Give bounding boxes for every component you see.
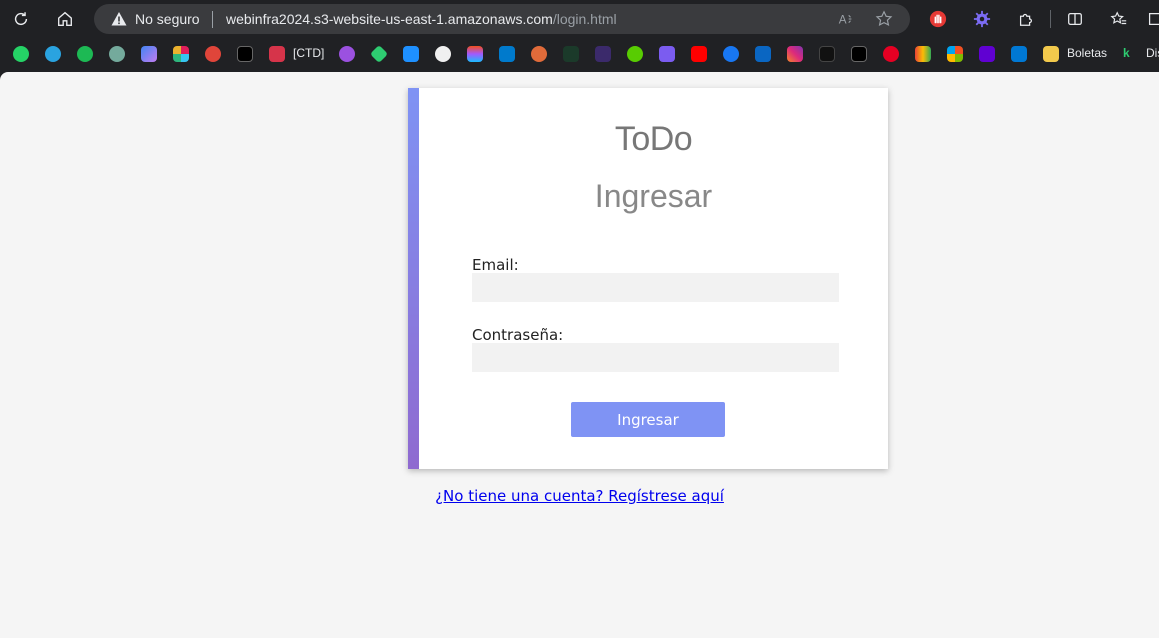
reload-icon	[14, 12, 28, 26]
counter-badge-icon[interactable]	[205, 46, 221, 62]
reload-button[interactable]	[7, 5, 35, 33]
figma-icon[interactable]	[467, 46, 483, 62]
password-field[interactable]	[472, 343, 839, 372]
split-screen-button[interactable]	[1064, 8, 1086, 30]
tiktok-icon[interactable]	[819, 46, 835, 62]
yahoo-mail-icon[interactable]	[979, 46, 995, 62]
chatgpt-icon[interactable]	[109, 46, 125, 62]
svg-text:A: A	[839, 14, 847, 27]
home-button[interactable]	[51, 5, 79, 33]
url-text[interactable]: webinfra2024.s3-website-us-east-1.amazon…	[226, 11, 617, 27]
instagram-icon[interactable]	[787, 46, 803, 62]
email-field[interactable]	[472, 273, 839, 302]
adblock-extension[interactable]	[927, 8, 949, 30]
extensions-button[interactable]	[1015, 8, 1037, 30]
gemini-icon[interactable]	[141, 46, 157, 62]
heart-icon[interactable]	[269, 46, 285, 62]
login-card: ToDo Ingresar Email: Contraseña: Ingresa…	[408, 88, 888, 469]
warning-icon	[111, 12, 127, 26]
s-icon[interactable]	[659, 46, 675, 62]
bookmarks-bar: [CTD] Boletas k Dis	[0, 38, 1159, 70]
eye-icon[interactable]	[563, 46, 579, 62]
dm-icon[interactable]	[237, 46, 253, 62]
bookmark-boletas[interactable]: Boletas	[1067, 46, 1107, 60]
linkedin-icon[interactable]	[755, 46, 771, 62]
folder-icon[interactable]	[1043, 46, 1059, 62]
cog-icon	[973, 10, 991, 28]
toolbar-divider	[1050, 10, 1051, 28]
k-icon[interactable]: k	[1123, 46, 1130, 60]
url-path: /login.html	[552, 11, 617, 27]
spotify-icon[interactable]	[77, 46, 93, 62]
facebook-icon[interactable]	[723, 46, 739, 62]
whatsapp-icon[interactable]	[13, 46, 29, 62]
collections-icon	[1148, 12, 1159, 26]
register-link[interactable]: ¿No tiene una cuenta? Regístrese aquí	[435, 487, 724, 505]
star-icon[interactable]	[875, 10, 893, 28]
shield-icon[interactable]	[339, 46, 355, 62]
login-button[interactable]: Ingresar	[571, 402, 725, 437]
address-bar[interactable]: No seguro webinfra2024.s3-website-us-eas…	[94, 4, 910, 34]
home-icon	[58, 11, 72, 26]
password-label: Contraseña:	[472, 326, 564, 344]
url-host: webinfra2024.s3-website-us-east-1.amazon…	[226, 11, 553, 27]
page-viewport: ToDo Ingresar Email: Contraseña: Ingresa…	[0, 72, 1159, 638]
pinterest-icon[interactable]	[883, 46, 899, 62]
diamond-icon[interactable]	[369, 44, 389, 64]
email-label: Email:	[472, 256, 519, 274]
gear-extension[interactable]	[971, 8, 993, 30]
wr-icon[interactable]	[595, 46, 611, 62]
puzzle-icon	[1019, 13, 1033, 26]
duolingo-icon[interactable]	[627, 46, 643, 62]
github-icon[interactable]	[435, 46, 451, 62]
outlook-icon[interactable]	[1011, 46, 1027, 62]
collections-button[interactable]	[1144, 8, 1159, 30]
gmail-icon[interactable]	[915, 46, 931, 62]
read-aloud-icon[interactable]: A	[837, 10, 855, 28]
bookmark-overflow[interactable]: Dis	[1146, 46, 1159, 60]
x-icon[interactable]	[851, 46, 867, 62]
address-divider	[212, 11, 213, 28]
stop-hand-icon	[929, 10, 947, 28]
favorites-icon	[1110, 11, 1127, 25]
window-icon[interactable]	[403, 46, 419, 62]
register-link-container: ¿No tiene una cuenta? Regístrese aquí	[0, 487, 1159, 506]
app-title: ToDo	[614, 120, 693, 158]
vscode-icon[interactable]	[499, 46, 515, 62]
postman-icon[interactable]	[531, 46, 547, 62]
security-label[interactable]: No seguro	[135, 11, 200, 27]
card-accent-bar	[408, 88, 419, 469]
bookmark-ctd[interactable]: [CTD]	[293, 46, 324, 60]
favorites-button[interactable]	[1108, 8, 1130, 30]
telegram-icon[interactable]	[45, 46, 61, 62]
page-heading: Ingresar	[594, 178, 713, 214]
browser-toolbar: No seguro webinfra2024.s3-website-us-eas…	[0, 0, 1159, 38]
slack-icon[interactable]	[173, 46, 189, 62]
youtube-icon[interactable]	[691, 46, 707, 62]
microsoft-icon[interactable]	[947, 46, 963, 62]
split-screen-icon	[1068, 12, 1082, 26]
